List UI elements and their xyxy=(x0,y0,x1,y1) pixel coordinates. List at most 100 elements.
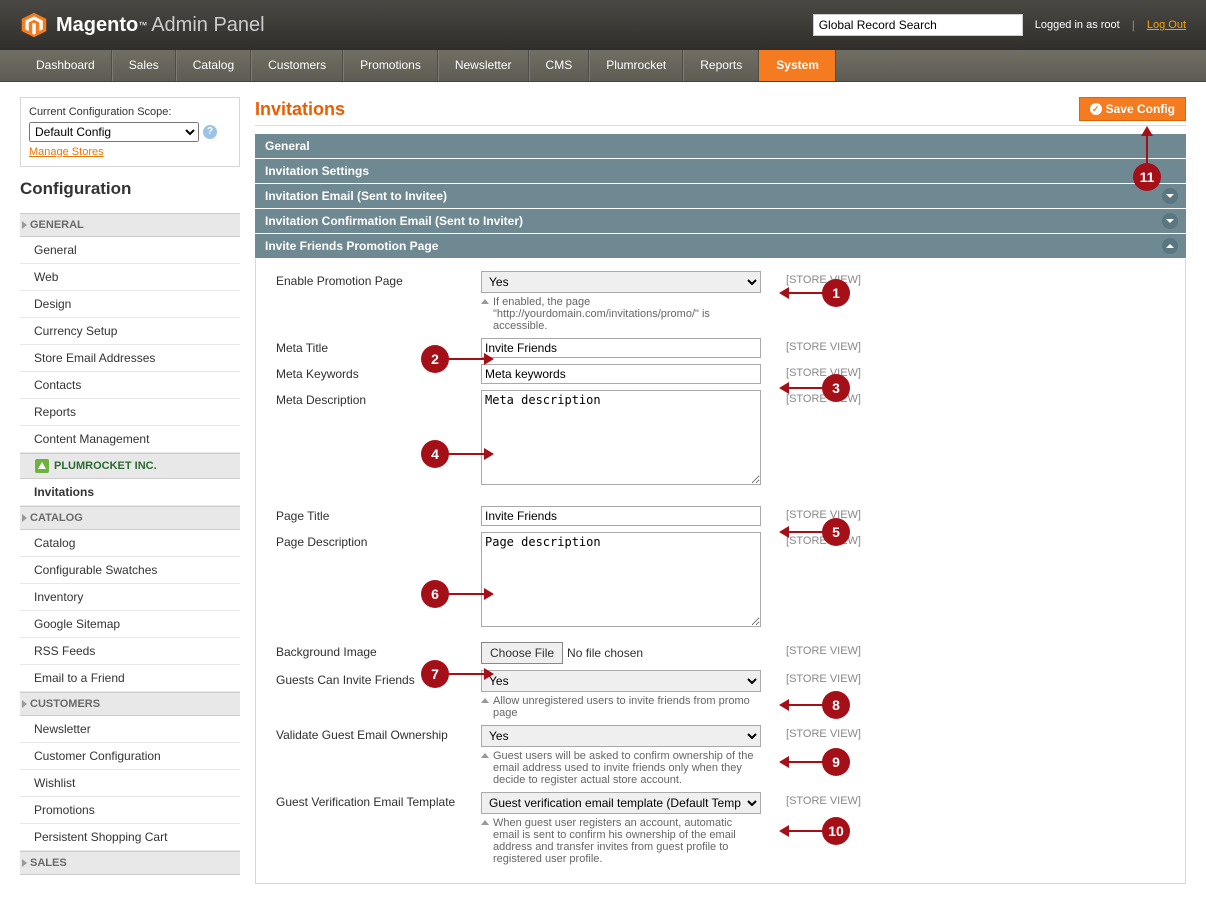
logo-tm: ™ xyxy=(138,20,147,30)
validate-select[interactable]: Yes xyxy=(481,725,761,747)
meta-keywords-input[interactable] xyxy=(481,364,761,384)
save-config-button[interactable]: ✓Save Config xyxy=(1079,97,1186,121)
logo: Magento™ Admin Panel xyxy=(20,11,265,39)
logout-link[interactable]: Log Out xyxy=(1147,19,1186,31)
validate-hint: Guest users will be asked to confirm own… xyxy=(481,750,761,786)
sidebar-item-invitations[interactable]: Invitations xyxy=(20,479,240,506)
triangle-up-icon xyxy=(481,753,489,758)
page-title-label: Page Title xyxy=(276,506,481,523)
expand-icon xyxy=(1162,188,1178,204)
help-icon[interactable]: ? xyxy=(203,125,217,139)
sidebar-item-content-management[interactable]: Content Management xyxy=(20,426,240,453)
sidebar-item-google-sitemap[interactable]: Google Sitemap xyxy=(20,611,240,638)
scope-tag: [STORE VIEW] xyxy=(771,642,861,657)
logo-text-2: Admin Panel xyxy=(151,14,264,37)
page-title-input[interactable] xyxy=(481,506,761,526)
callout-1: 1 xyxy=(822,279,850,307)
triangle-up-icon xyxy=(481,820,489,825)
nav-newsletter[interactable]: Newsletter xyxy=(438,50,529,81)
template-select[interactable]: Guest verification email template (Defau… xyxy=(481,792,761,814)
header-separator: | xyxy=(1132,18,1135,32)
config-title: Configuration xyxy=(20,179,240,199)
sidebar-head-label: SALES xyxy=(30,857,67,869)
nav-sales[interactable]: Sales xyxy=(112,50,176,81)
triangle-icon xyxy=(22,700,27,708)
nav-promotions[interactable]: Promotions xyxy=(343,50,438,81)
fieldset-general[interactable]: General xyxy=(255,134,1186,159)
nav-catalog[interactable]: Catalog xyxy=(176,50,251,81)
sidebar-item-store-email-addresses[interactable]: Store Email Addresses xyxy=(20,345,240,372)
sidebar-head-general[interactable]: GENERAL xyxy=(20,213,240,237)
fieldset-invitation-confirmation-email-sent-to-inviter-[interactable]: Invitation Confirmation Email (Sent to I… xyxy=(255,209,1186,234)
sidebar-head-label: PLUMROCKET INC. xyxy=(54,460,157,472)
check-icon: ✓ xyxy=(1090,103,1102,115)
sidebar-item-promotions[interactable]: Promotions xyxy=(20,797,240,824)
sidebar-item-wishlist[interactable]: Wishlist xyxy=(20,770,240,797)
sidebar-item-general[interactable]: General xyxy=(20,237,240,264)
nav-dashboard[interactable]: Dashboard xyxy=(20,50,112,81)
sidebar-item-currency-setup[interactable]: Currency Setup xyxy=(20,318,240,345)
scope-tag: [STORE VIEW] xyxy=(771,725,861,740)
meta-desc-textarea[interactable]: Meta description xyxy=(481,390,761,485)
nav-reports[interactable]: Reports xyxy=(683,50,759,81)
fieldset-invitation-settings[interactable]: Invitation Settings xyxy=(255,159,1186,184)
sidebar-item-configurable-swatches[interactable]: Configurable Swatches xyxy=(20,557,240,584)
sidebar-item-contacts[interactable]: Contacts xyxy=(20,372,240,399)
bg-image-label: Background Image xyxy=(276,642,481,659)
sidebar-head-sales[interactable]: SALES xyxy=(20,851,240,875)
sidebar-item-customer-configuration[interactable]: Customer Configuration xyxy=(20,743,240,770)
sidebar-head-customers[interactable]: CUSTOMERS xyxy=(20,692,240,716)
scope-label: Current Configuration Scope: xyxy=(29,106,231,118)
meta-title-label: Meta Title xyxy=(276,338,481,355)
callout-8: 8 xyxy=(822,691,850,719)
admin-header: Magento™ Admin Panel Logged in as root |… xyxy=(0,0,1206,50)
sidebar-item-catalog[interactable]: Catalog xyxy=(20,530,240,557)
sidebar-head-label: GENERAL xyxy=(30,219,84,231)
sidebar-head-label: CUSTOMERS xyxy=(30,698,100,710)
scope-tag: [STORE VIEW] xyxy=(771,670,861,685)
nav-cms[interactable]: CMS xyxy=(529,50,590,81)
header-right: Logged in as root | Log Out xyxy=(813,14,1186,36)
nav-plumrocket[interactable]: Plumrocket xyxy=(589,50,683,81)
triangle-icon xyxy=(22,221,27,229)
sidebar-item-rss-feeds[interactable]: RSS Feeds xyxy=(20,638,240,665)
main-nav: DashboardSalesCatalogCustomersPromotions… xyxy=(0,50,1206,82)
sidebar-item-newsletter[interactable]: Newsletter xyxy=(20,716,240,743)
scope-tag: [STORE VIEW] xyxy=(771,271,861,286)
sidebar-item-inventory[interactable]: Inventory xyxy=(20,584,240,611)
page-desc-textarea[interactable]: Page description xyxy=(481,532,761,627)
choose-file-button[interactable]: Choose File xyxy=(481,642,563,664)
callout-11: 11 xyxy=(1133,163,1161,191)
meta-title-input[interactable] xyxy=(481,338,761,358)
template-hint: When guest user registers an account, au… xyxy=(481,817,761,865)
scope-tag: [STORE VIEW] xyxy=(771,338,861,353)
triangle-up-icon xyxy=(481,299,489,304)
callout-9: 9 xyxy=(822,748,850,776)
callout-2: 2 xyxy=(421,345,449,373)
global-search-input[interactable] xyxy=(813,14,1023,36)
page-desc-label: Page Description xyxy=(276,532,481,549)
template-label: Guest Verification Email Template xyxy=(276,792,481,809)
nav-system[interactable]: System xyxy=(759,50,836,81)
manage-stores-link[interactable]: Manage Stores xyxy=(29,146,104,158)
fieldset-invite-friends-promotion-page[interactable]: Invite Friends Promotion Page xyxy=(255,234,1186,259)
sidebar-head-catalog[interactable]: CATALOG xyxy=(20,506,240,530)
sidebar-item-persistent-shopping-cart[interactable]: Persistent Shopping Cart xyxy=(20,824,240,851)
sidebar-item-design[interactable]: Design xyxy=(20,291,240,318)
scope-select[interactable]: Default Config xyxy=(29,122,199,142)
enable-promo-select[interactable]: Yes xyxy=(481,271,761,293)
sidebar-item-email-to-a-friend[interactable]: Email to a Friend xyxy=(20,665,240,692)
sidebar-item-reports[interactable]: Reports xyxy=(20,399,240,426)
logged-in-text: Logged in as root xyxy=(1035,19,1120,31)
triangle-icon xyxy=(22,859,27,867)
fieldset-invitation-email-sent-to-invitee-[interactable]: Invitation Email (Sent to Invitee) xyxy=(255,184,1186,209)
scope-tag: [STORE VIEW] xyxy=(771,364,861,379)
meta-keywords-label: Meta Keywords xyxy=(276,364,481,381)
triangle-icon xyxy=(22,514,27,522)
enable-promo-label: Enable Promotion Page xyxy=(276,271,481,288)
sidebar-head-plumrocket[interactable]: PLUMROCKET INC. xyxy=(20,453,240,479)
nav-customers[interactable]: Customers xyxy=(251,50,343,81)
callout-4: 4 xyxy=(421,440,449,468)
guests-invite-select[interactable]: Yes xyxy=(481,670,761,692)
sidebar-item-web[interactable]: Web xyxy=(20,264,240,291)
